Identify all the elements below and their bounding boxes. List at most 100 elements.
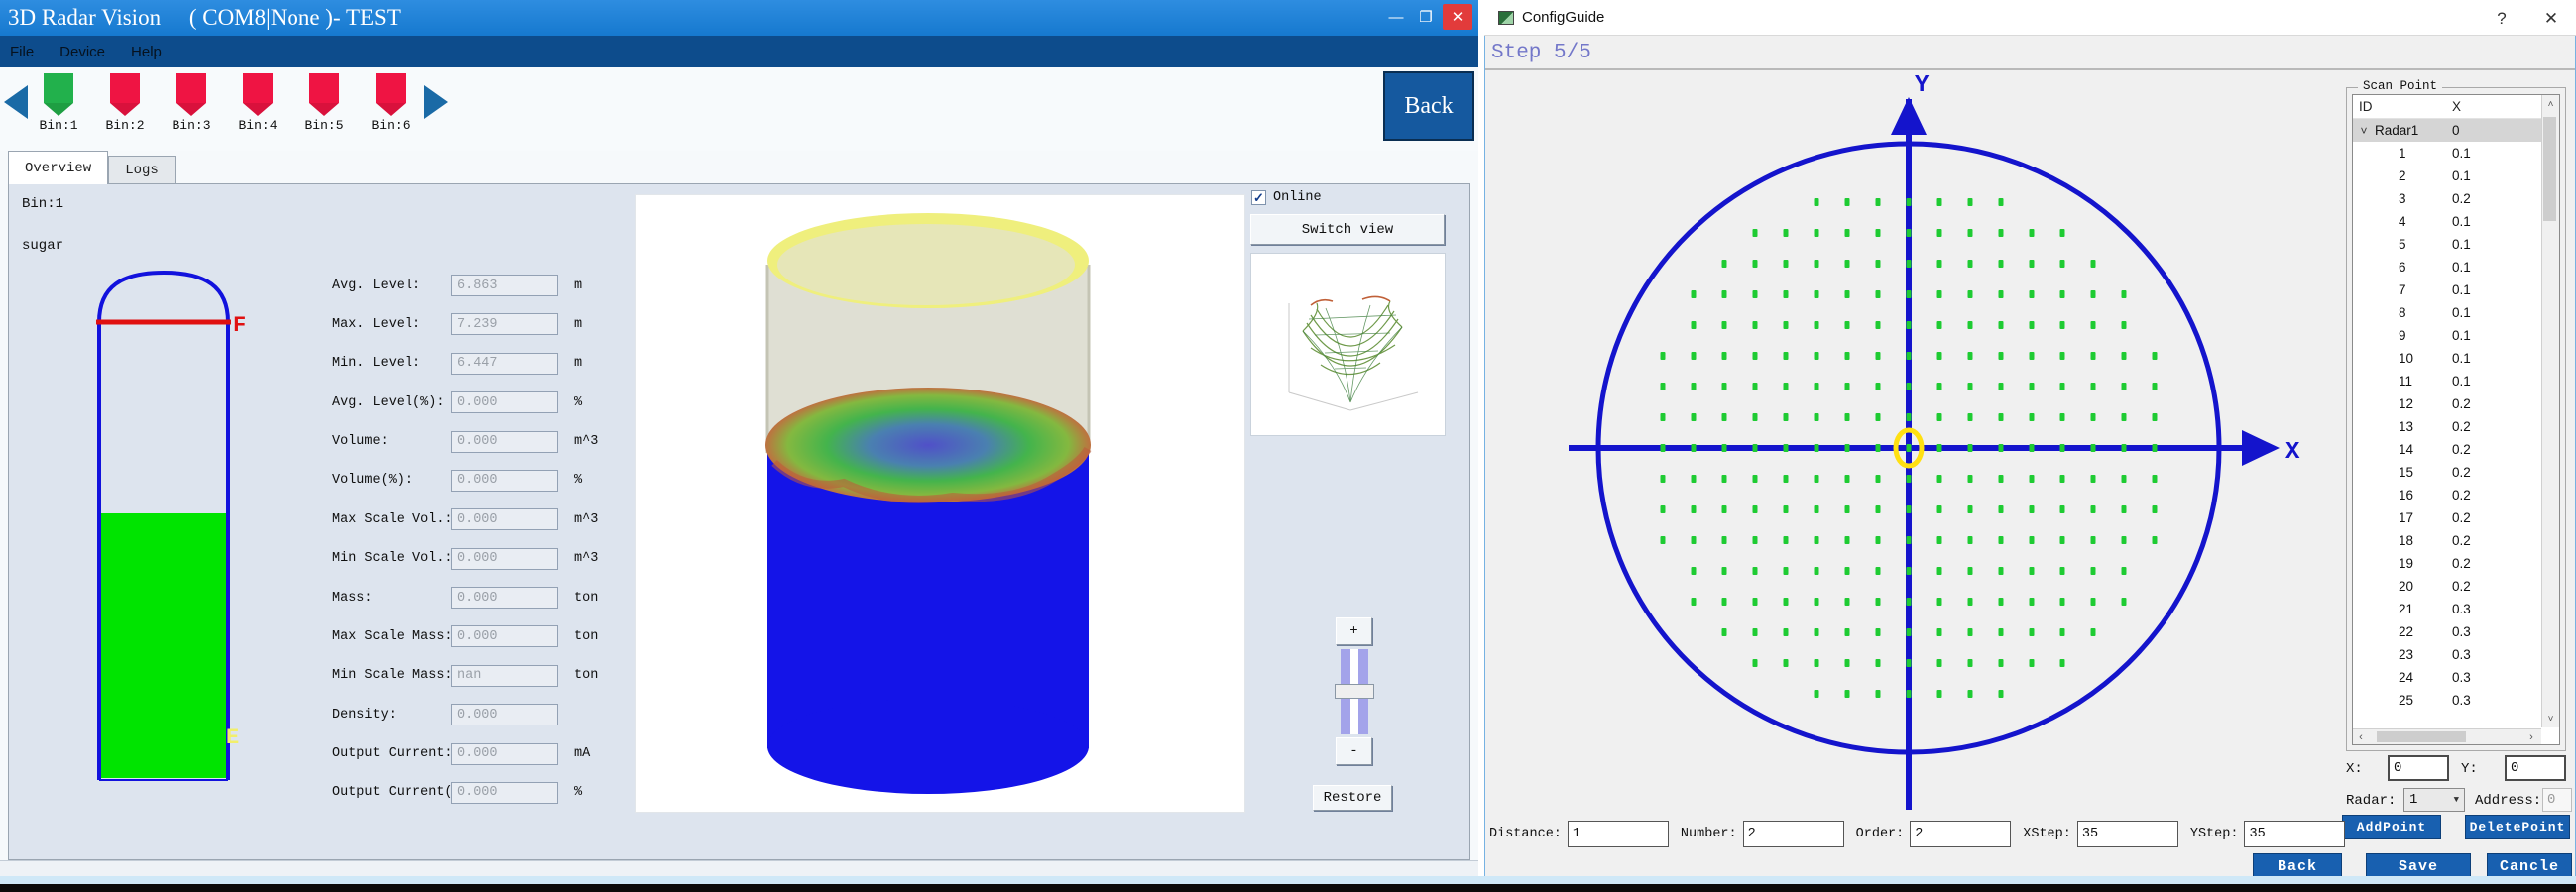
scan-point-row[interactable]: 160.2: [2353, 484, 2559, 506]
scan-point-row[interactable]: 70.1: [2353, 279, 2559, 301]
field-value-input[interactable]: 0.000: [451, 391, 558, 413]
param-input-4[interactable]: 35: [2244, 821, 2345, 847]
back-button[interactable]: Back: [1383, 71, 1474, 141]
x-input-value: 0: [2394, 760, 2401, 776]
close-button[interactable]: ✕: [1443, 4, 1472, 30]
scan-point-row[interactable]: 130.2: [2353, 415, 2559, 438]
hscroll-thumb[interactable]: [2377, 731, 2466, 742]
zoom-out-button[interactable]: -: [1336, 737, 1372, 765]
scroll-right-icon[interactable]: ›: [2523, 729, 2539, 744]
field-value-input[interactable]: 6.447: [451, 353, 558, 375]
menu-file[interactable]: File: [10, 44, 34, 60]
scan-point-row[interactable]: 10.1: [2353, 142, 2559, 165]
bin-item-3[interactable]: Bin:3: [171, 71, 212, 133]
scan-point-x: 0.2: [2452, 191, 2471, 206]
zoom-in-button[interactable]: +: [1336, 617, 1372, 645]
scan-point-row[interactable]: 220.3: [2353, 620, 2559, 643]
field-value-input[interactable]: 0.000: [451, 470, 558, 492]
tab-overview[interactable]: Overview: [8, 151, 108, 184]
param-input-0[interactable]: 1: [1568, 821, 1669, 847]
switch-view-button[interactable]: Switch view: [1250, 214, 1445, 245]
scan-point-row[interactable]: 60.1: [2353, 256, 2559, 279]
column-x[interactable]: X: [2452, 99, 2461, 114]
scan-point-row[interactable]: 150.2: [2353, 461, 2559, 484]
scan-point-row[interactable]: 40.1: [2353, 210, 2559, 233]
menu-device[interactable]: Device: [59, 44, 105, 60]
bin-scroll-left-icon[interactable]: [4, 85, 28, 119]
bin-item-5[interactable]: Bin:5: [303, 71, 345, 133]
tank-3d-view[interactable]: [635, 194, 1245, 813]
add-point-button[interactable]: AddPoint: [2342, 815, 2441, 839]
column-id[interactable]: ID: [2353, 99, 2452, 114]
scan-dot: [2091, 598, 2096, 606]
radar-dropdown[interactable]: 1 ▼: [2403, 788, 2465, 812]
scan-point-row[interactable]: 180.2: [2353, 529, 2559, 552]
tab-logs[interactable]: Logs: [108, 156, 176, 184]
scroll-up-icon[interactable]: ˄: [2542, 95, 2559, 113]
field-value-input[interactable]: 0.000: [451, 704, 558, 725]
minimize-button[interactable]: —: [1381, 4, 1411, 30]
zoom-slider-handle[interactable]: [1335, 684, 1374, 699]
bin-item-1[interactable]: Bin:1: [38, 71, 79, 133]
field-value-input[interactable]: 0.000: [451, 782, 558, 804]
scan-point-row[interactable]: 230.3: [2353, 643, 2559, 666]
radar-parent-row[interactable]: ˅ Radar1 0: [2353, 119, 2559, 142]
field-value-input[interactable]: 7.239: [451, 313, 558, 335]
vscroll-thumb[interactable]: [2543, 117, 2556, 221]
bin-scroll-right-icon[interactable]: [424, 85, 448, 119]
field-value-input[interactable]: 0.000: [451, 508, 558, 530]
field-value-input[interactable]: 0.000: [451, 548, 558, 570]
field-value-input[interactable]: 0.000: [451, 625, 558, 647]
field-value-input[interactable]: nan: [451, 665, 558, 687]
scan-point-row[interactable]: 80.1: [2353, 301, 2559, 324]
scan-point-row[interactable]: 170.2: [2353, 506, 2559, 529]
scan-point-row[interactable]: 100.1: [2353, 347, 2559, 370]
configguide-titlebar: ConfigGuide: [1484, 0, 2576, 36]
scan-dot: [1815, 598, 1819, 606]
configguide-title: ConfigGuide: [1522, 9, 1604, 26]
x-input[interactable]: 0: [2388, 755, 2449, 781]
configguide-close-button[interactable]: ✕: [2536, 6, 2566, 32]
bin-item-6[interactable]: Bin:6: [370, 71, 411, 133]
scan-point-row[interactable]: 110.1: [2353, 370, 2559, 392]
field-value-input[interactable]: 0.000: [451, 743, 558, 765]
address-input[interactable]: 0: [2542, 788, 2572, 812]
scroll-down-icon[interactable]: ˅: [2542, 710, 2559, 727]
scan-point-row[interactable]: 50.1: [2353, 233, 2559, 256]
field-value-input[interactable]: 0.000: [451, 431, 558, 453]
restore-button[interactable]: Restore: [1313, 785, 1392, 811]
scan-point-row[interactable]: 90.1: [2353, 324, 2559, 347]
scroll-left-icon[interactable]: ‹: [2353, 729, 2369, 744]
help-button[interactable]: ?: [2487, 6, 2517, 32]
scan-point-row[interactable]: 20.1: [2353, 165, 2559, 187]
scan-point-row[interactable]: 30.2: [2353, 187, 2559, 210]
scan-dot: [1784, 567, 1789, 575]
bin-id-label: Bin:1: [22, 196, 63, 212]
field-value-input[interactable]: 6.863: [451, 275, 558, 296]
scan-point-row[interactable]: 250.3: [2353, 689, 2559, 712]
menubar: File Device Help: [0, 36, 1478, 67]
field-value-input[interactable]: 0.000: [451, 587, 558, 609]
scan-dot: [1876, 536, 1881, 544]
bin-item-2[interactable]: Bin:2: [104, 71, 146, 133]
param-input-3[interactable]: 35: [2077, 821, 2178, 847]
scan-point-row[interactable]: 140.2: [2353, 438, 2559, 461]
delete-point-button[interactable]: DeletePoint: [2465, 815, 2570, 839]
param-input-1[interactable]: 2: [1743, 821, 1844, 847]
scan-point-row[interactable]: 210.3: [2353, 598, 2559, 620]
radar-vision-window: 3D Radar Vision ( COM8|None )- TEST — ❐ …: [0, 0, 1478, 881]
expander-icon[interactable]: ˅: [2353, 124, 2375, 138]
menu-help[interactable]: Help: [131, 44, 162, 60]
y-input[interactable]: 0: [2505, 755, 2566, 781]
scan-point-x: 0.3: [2452, 624, 2471, 639]
maximize-button[interactable]: ❐: [1411, 4, 1441, 30]
scan-point-row[interactable]: 240.3: [2353, 666, 2559, 689]
param-input-2[interactable]: 2: [1910, 821, 2011, 847]
scan-point-row[interactable]: 190.2: [2353, 552, 2559, 575]
scan-point-id: 19: [2353, 556, 2452, 571]
bin-item-4[interactable]: Bin:4: [237, 71, 279, 133]
table-horizontal-scrollbar[interactable]: ‹ ›: [2353, 728, 2541, 744]
online-checkbox[interactable]: ✓: [1251, 190, 1266, 205]
scan-point-row[interactable]: 120.2: [2353, 392, 2559, 415]
scan-point-row[interactable]: 200.2: [2353, 575, 2559, 598]
